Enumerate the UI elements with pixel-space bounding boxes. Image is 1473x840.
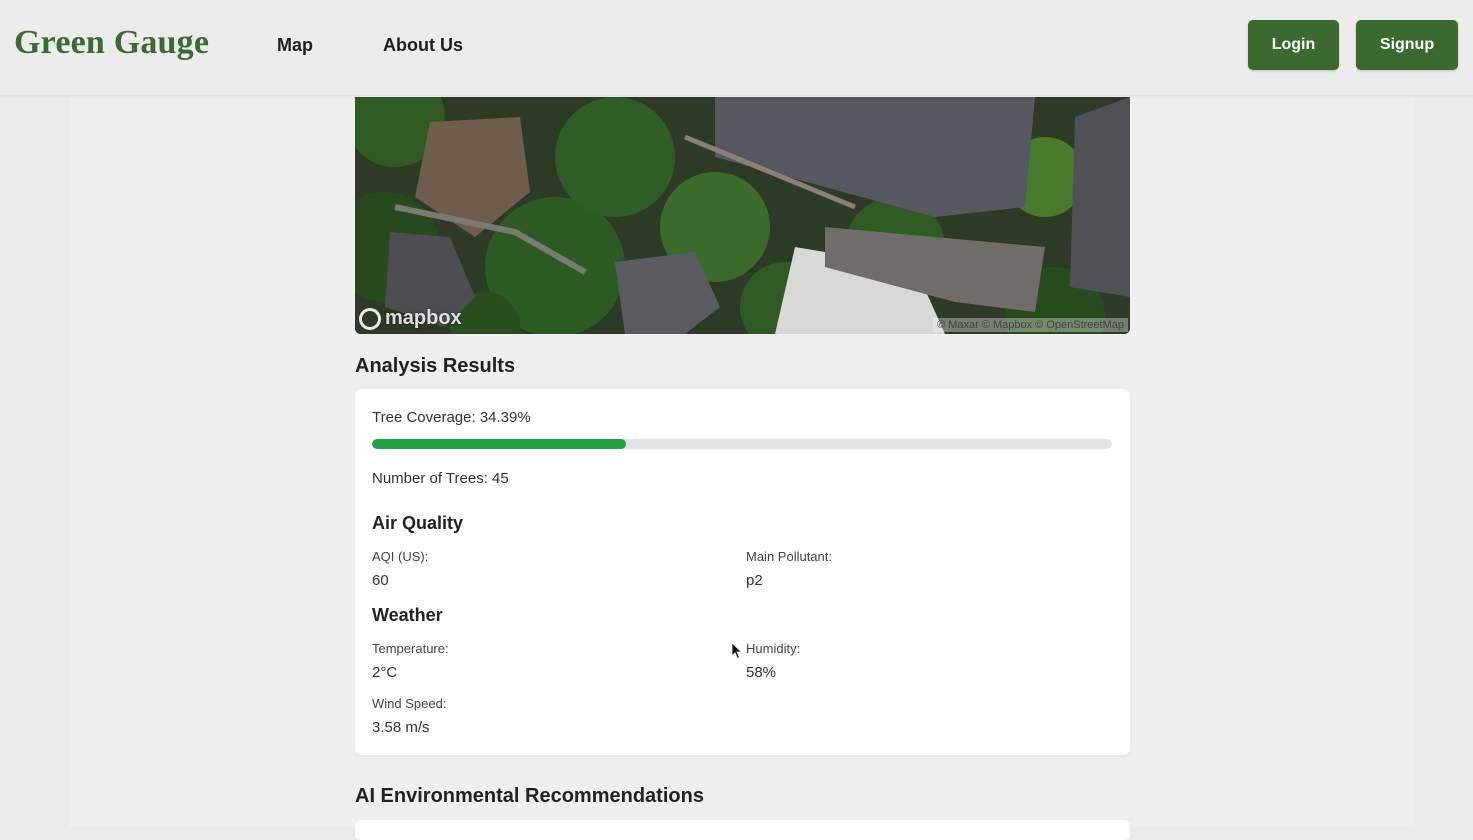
nav-link-map[interactable]: Map [277,35,313,56]
brand-logo[interactable]: Green Gauge [14,24,209,62]
mapbox-logo-text: mapbox [385,307,462,329]
mapbox-logo[interactable]: mapbox [359,307,462,330]
wind-speed-value: 3.58 m/s [372,719,430,736]
humidity-label: Humidity: [746,641,801,656]
login-button[interactable]: Login [1248,20,1339,70]
tree-coverage-progress-fill [372,439,627,449]
top-navbar: Green Gauge Map About Us Login Signup [0,0,1473,96]
mapbox-icon [359,307,381,330]
temperature-value: 2°C [372,664,398,681]
analysis-results-card: Tree Coverage: 34.39% Number of Trees: 4… [355,389,1130,755]
wind-speed-label: Wind Speed: [372,696,447,711]
tree-coverage-progress-bar [372,439,1112,449]
air-quality-heading: Air Quality [372,513,464,533]
satellite-map[interactable]: mapbox © Maxar © Mapbox © OpenStreetMap [355,97,1130,334]
signup-button[interactable]: Signup [1356,20,1458,70]
satellite-imagery [355,97,1130,334]
mouse-cursor-icon [731,642,743,660]
humidity-value: 58% [746,664,777,681]
ai-recommendations-heading: AI Environmental Recommendations [355,785,704,807]
tree-coverage-text: Tree Coverage: 34.39% [372,409,531,426]
main-pollutant-label: Main Pollutant: [746,549,832,564]
aqi-value: 60 [372,572,389,589]
number-of-trees-text: Number of Trees: 45 [372,470,509,487]
analysis-results-heading: Analysis Results [355,355,516,377]
main-pollutant-value: p2 [746,572,763,589]
aqi-label: AQI (US): [372,549,429,564]
map-attribution[interactable]: © Maxar © Mapbox © OpenStreetMap [933,318,1128,332]
temperature-label: Temperature: [372,641,449,656]
ai-recommendations-card [355,820,1130,840]
weather-heading: Weather [372,605,443,625]
nav-link-about-us[interactable]: About Us [383,35,463,56]
